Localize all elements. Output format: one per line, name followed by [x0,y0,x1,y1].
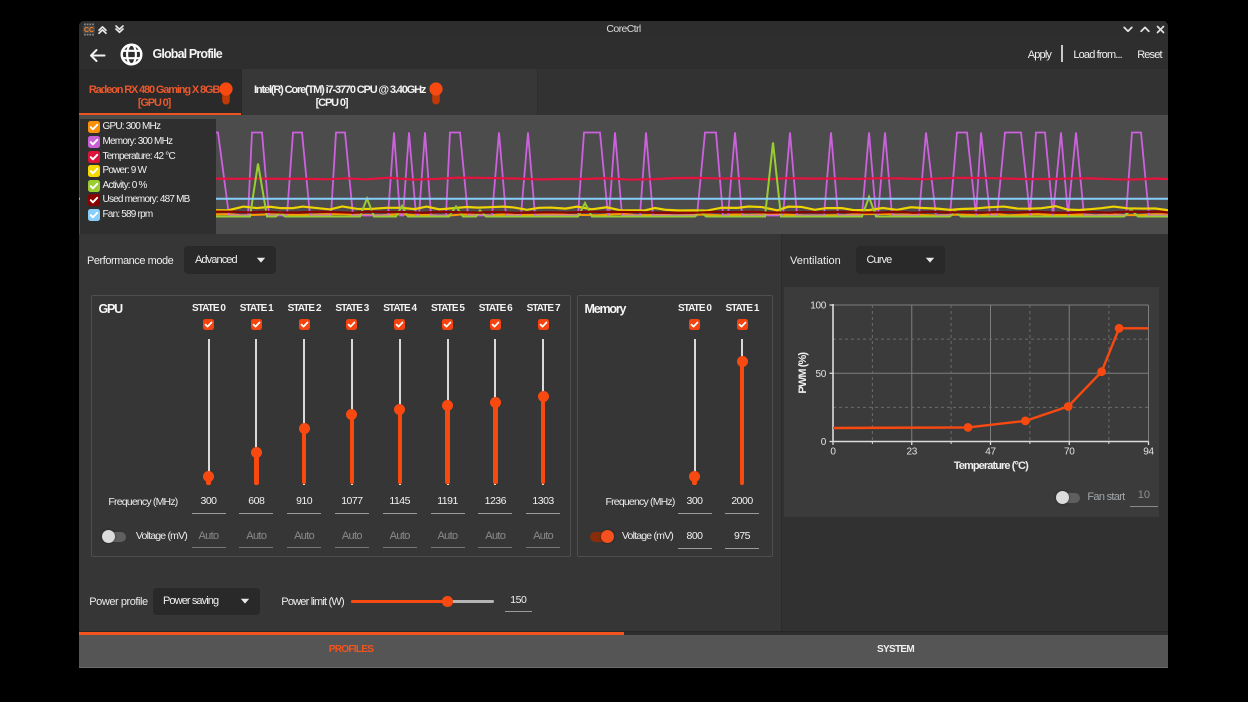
svg-text:0: 0 [830,447,836,458]
svg-text:Temperature (°C): Temperature (°C) [954,460,1029,472]
svg-text:PWM (%): PWM (%) [797,352,809,394]
svg-text:23: 23 [906,447,917,458]
svg-text:50: 50 [815,369,826,380]
svg-text:100: 100 [810,301,827,312]
svg-text:94: 94 [1143,447,1154,458]
svg-text:70: 70 [1064,447,1075,458]
svg-text:47: 47 [985,447,996,458]
svg-text:0: 0 [821,437,827,448]
